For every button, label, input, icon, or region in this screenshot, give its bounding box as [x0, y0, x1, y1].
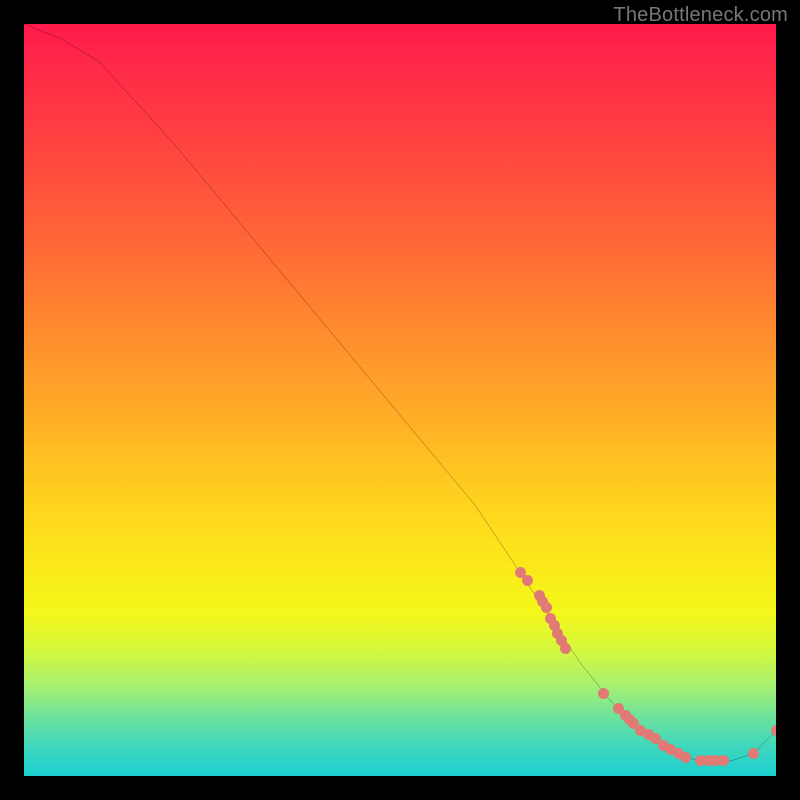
marker-point — [598, 688, 609, 699]
marker-point — [718, 755, 729, 766]
chart-frame: TheBottleneck.com — [0, 0, 800, 800]
marker-layer — [24, 24, 776, 776]
marker-point — [748, 748, 759, 759]
marker-point — [541, 602, 552, 613]
marker-point — [680, 752, 691, 763]
marker-point — [771, 725, 777, 736]
marker-point — [522, 575, 533, 586]
marker-point — [560, 643, 571, 654]
plot-area — [24, 24, 776, 776]
watermark-text: TheBottleneck.com — [613, 4, 788, 27]
